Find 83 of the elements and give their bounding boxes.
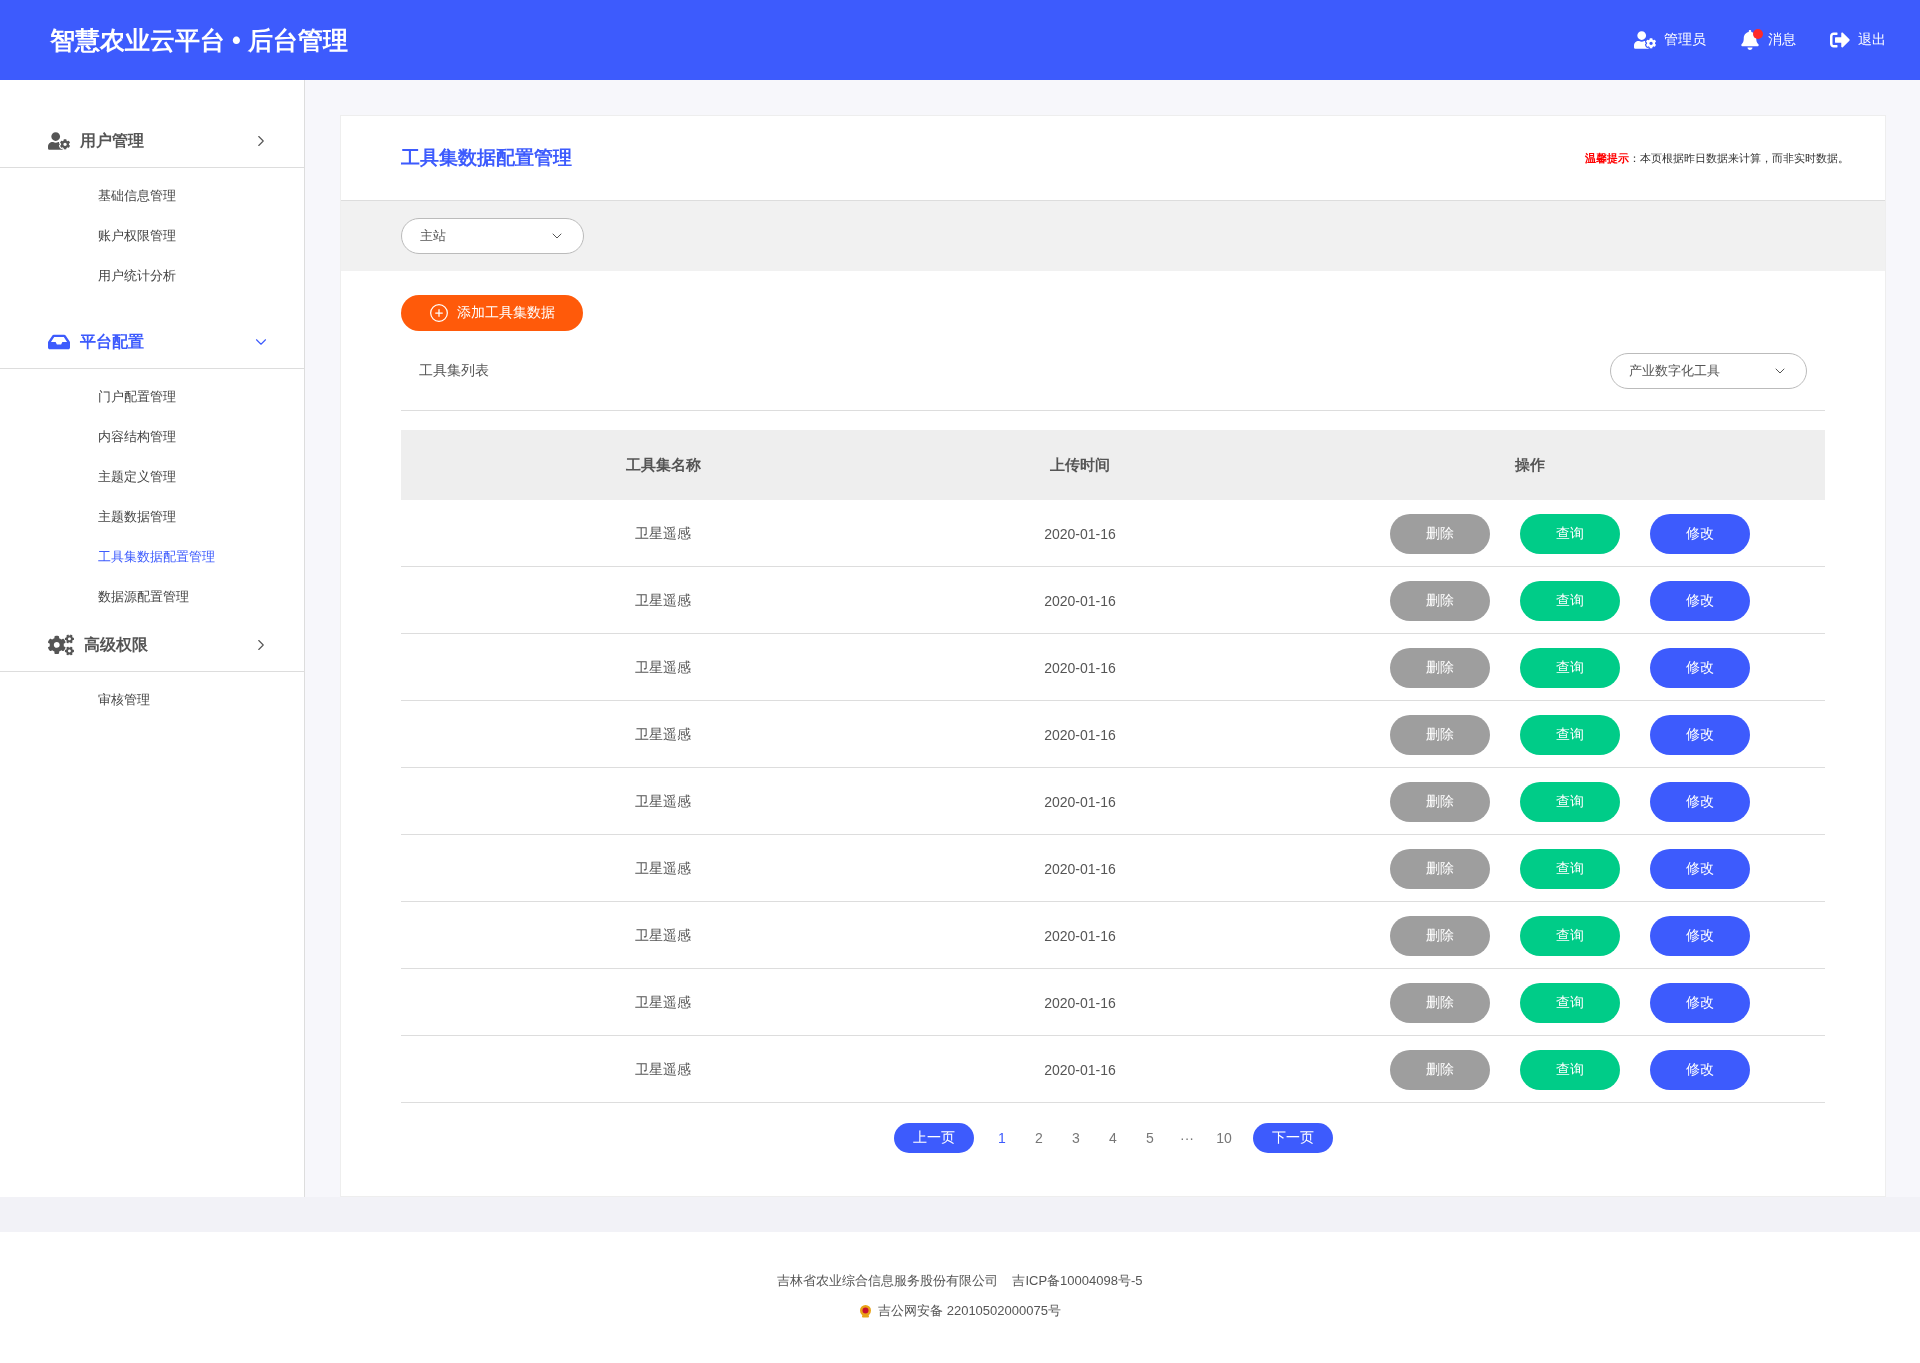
add-button[interactable]: 添加工具集数据: [401, 295, 583, 331]
table-cell-text: 卫星遥感: [634, 993, 692, 1012]
list-title: 工具集列表: [419, 361, 489, 380]
logout-icon: [1830, 30, 1850, 50]
edit-button[interactable]: 修改: [1650, 647, 1750, 688]
group-title: 用户管理: [80, 130, 145, 151]
header-link[interactable]: 退出: [1830, 30, 1886, 50]
column-header: 操作: [1514, 455, 1546, 475]
delete-button[interactable]: 删除: [1390, 513, 1490, 554]
plus-icon: [429, 303, 449, 323]
table-cell-text: 2020-01-16: [1043, 927, 1117, 944]
sidebar-item[interactable]: 用户统计分析: [0, 256, 304, 296]
edit-button[interactable]: 修改: [1650, 714, 1750, 755]
sidebar-item[interactable]: 基础信息管理: [0, 176, 304, 216]
delete-button[interactable]: 删除: [1390, 580, 1490, 621]
delete-button[interactable]: 删除: [1390, 781, 1490, 822]
site-select[interactable]: 主站: [401, 218, 584, 254]
page-title: 工具集数据配置管理: [401, 146, 572, 170]
sidebar-item[interactable]: 工具集数据配置管理: [0, 537, 304, 577]
page-link[interactable]: 3: [1057, 1130, 1095, 1146]
sidebar-group-header[interactable]: 用户管理: [0, 115, 304, 168]
delete-button[interactable]: 删除: [1390, 714, 1490, 755]
table-cell-text: 卫星遥感: [634, 926, 692, 945]
edit-button[interactable]: 修改: [1650, 1049, 1750, 1090]
group-title: 高级权限: [84, 634, 149, 655]
user-gear-icon: [48, 130, 70, 152]
column-header: 工具集名称: [624, 455, 702, 475]
edit-button[interactable]: 修改: [1650, 513, 1750, 554]
table-cell-text: 2020-01-16: [1043, 659, 1117, 676]
icp-number: 吉ICP备10004098号-5: [1012, 1272, 1143, 1290]
sidebar-item[interactable]: 门户配置管理: [0, 377, 304, 417]
sidebar-item[interactable]: 账户权限管理: [0, 216, 304, 256]
category-select[interactable]: 产业数字化工具: [1610, 352, 1807, 389]
delete-button[interactable]: 删除: [1390, 1049, 1490, 1090]
table-cell-text: 2020-01-16: [1043, 525, 1117, 542]
sidebar-group-header[interactable]: 高级权限: [0, 619, 304, 672]
page-link[interactable]: 4: [1094, 1130, 1132, 1146]
police-emblem-icon: [859, 1304, 873, 1318]
table-cell-text: 卫星遥感: [634, 725, 692, 744]
sidebar-item[interactable]: 主题数据管理: [0, 497, 304, 537]
sidebar-item[interactable]: 数据源配置管理: [0, 577, 304, 617]
gears-icon: [48, 632, 74, 658]
app-title: 智慧农业云平台 • 后台管理: [50, 24, 348, 56]
header-link[interactable]: 管理员: [1634, 29, 1706, 51]
page-link[interactable]: 2: [1020, 1130, 1058, 1146]
edit-button[interactable]: 修改: [1650, 848, 1750, 889]
delete-button[interactable]: 删除: [1390, 647, 1490, 688]
prev-page-button[interactable]: 上一页: [893, 1123, 974, 1153]
table-cell-text: 2020-01-16: [1043, 793, 1117, 810]
sidebar-group-header[interactable]: 平台配置: [0, 316, 304, 369]
page-link[interactable]: 5: [1131, 1130, 1169, 1146]
edit-button[interactable]: 修改: [1650, 982, 1750, 1023]
user-gear-icon: [1634, 29, 1656, 51]
delete-button[interactable]: 删除: [1390, 915, 1490, 956]
table-cell-text: 卫星遥感: [634, 792, 692, 811]
delete-button[interactable]: 删除: [1390, 982, 1490, 1023]
page-link[interactable]: ···: [1168, 1130, 1206, 1146]
sidebar-item[interactable]: 主题定义管理: [0, 457, 304, 497]
page-link[interactable]: 1: [983, 1130, 1021, 1146]
edit-button[interactable]: 修改: [1650, 781, 1750, 822]
page-link[interactable]: 10: [1205, 1130, 1243, 1146]
edit-button[interactable]: 修改: [1650, 580, 1750, 621]
sidebar-item[interactable]: 内容结构管理: [0, 417, 304, 457]
table-cell-text: 2020-01-16: [1043, 726, 1117, 743]
notice-text: 温馨提示：本页根据昨日数据来计算，而非实时数据。: [1585, 150, 1849, 166]
table-cell-text: 卫星遥感: [634, 591, 692, 610]
table-cell-text: 2020-01-16: [1043, 860, 1117, 877]
table-cell-text: 2020-01-16: [1043, 994, 1117, 1011]
table-cell-text: 卫星遥感: [634, 1060, 692, 1079]
company-name: 吉林省农业综合信息服务股份有限公司: [777, 1272, 999, 1290]
header-link[interactable]: 消息: [1740, 30, 1796, 50]
delete-button[interactable]: 删除: [1390, 848, 1490, 889]
police-record-number: 吉公网安备 22010502000075号: [878, 1302, 1061, 1320]
column-header: 上传时间: [1049, 455, 1111, 475]
table-cell-text: 2020-01-16: [1043, 592, 1117, 609]
table-cell-text: 卫星遥感: [634, 524, 692, 543]
group-title: 平台配置: [80, 331, 145, 352]
edit-button[interactable]: 修改: [1650, 915, 1750, 956]
sidebar-item[interactable]: 审核管理: [0, 680, 304, 720]
table-cell-text: 卫星遥感: [634, 658, 692, 677]
next-page-button[interactable]: 下一页: [1252, 1123, 1333, 1153]
table-cell-text: 2020-01-16: [1043, 1061, 1117, 1078]
table-cell-text: 卫星遥感: [634, 859, 692, 878]
